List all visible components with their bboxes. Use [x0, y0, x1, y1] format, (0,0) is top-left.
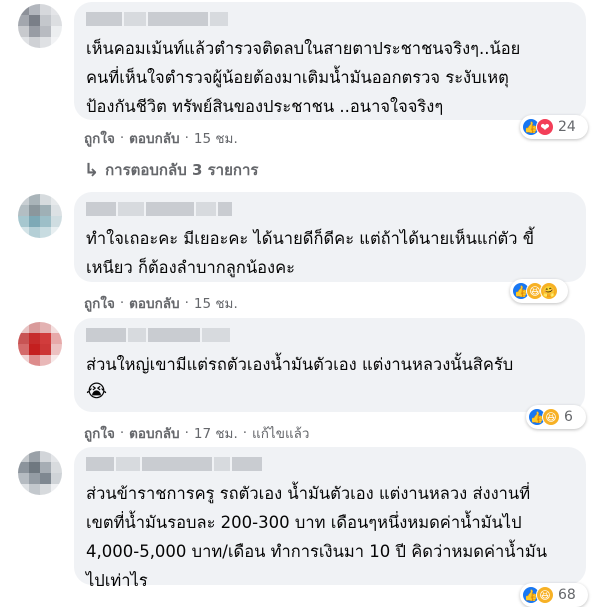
like-button[interactable]: ถูกใจ [84, 127, 115, 149]
haha-icon: 😆 [536, 586, 554, 604]
love-icon: ❤ [536, 118, 554, 136]
separator-dot: · [242, 425, 248, 441]
comment-text: ส่วนใหญ่เขามีแต่รถตัวเองน้ำมันตัวเอง แต่… [86, 355, 514, 374]
care-icon: 🤗 [540, 282, 558, 300]
haha-icon: 😆 [542, 408, 560, 426]
reply-arrow-icon: ↳ [84, 159, 100, 181]
reaction-count: 6 [564, 409, 573, 425]
separator-dot: · [184, 295, 189, 311]
comment-bubble: ทำใจเถอะคะ มีเยอะคะ ได้นายดีก็ดีคะ แต่ถ้… [74, 192, 586, 282]
like-button[interactable]: ถูกใจ [84, 422, 115, 444]
separator-dot: · [184, 425, 189, 441]
avatar[interactable] [18, 451, 62, 495]
comment-actions: ถูกใจ · ตอบกลับ · 17 ชม. · แก้ไขแล้ว [84, 422, 310, 444]
comment-bubble: ส่วนใหญ่เขามีแต่รถตัวเองน้ำมันตัวเอง แต่… [74, 318, 585, 412]
comment-bubble: ส่วนข้าราชการครู รถตัวเอง น้ำมันตัวเอง แ… [74, 447, 586, 590]
comment-text: เห็นคอมเม้นท์แล้วตำรวจติดลบในสายตาประชาช… [86, 39, 521, 116]
reaction-count: 68 [558, 587, 576, 603]
comment-author[interactable] [86, 457, 574, 471]
separator-dot: · [119, 295, 125, 311]
avatar[interactable] [18, 322, 62, 366]
comment-author[interactable] [86, 12, 574, 26]
reaction-summary[interactable]: 👍 😆 6 [526, 405, 586, 429]
comment-author[interactable] [86, 202, 574, 216]
reaction-summary[interactable]: 👍 ❤ 24 [520, 115, 588, 139]
like-button[interactable]: ถูกใจ [84, 292, 115, 314]
view-replies-button[interactable]: ↳ การตอบกลับ 3 รายการ [84, 158, 258, 182]
reaction-summary[interactable]: 👍 😆 🤗 [510, 279, 568, 303]
reaction-count: 24 [558, 119, 576, 135]
reply-button[interactable]: ตอบกลับ [129, 292, 179, 314]
avatar[interactable] [18, 194, 62, 238]
separator-dot: · [119, 425, 125, 441]
comment-actions: ถูกใจ · ตอบกลับ · 15 ชม. [84, 292, 238, 314]
separator-dot: · [119, 130, 125, 146]
separator-dot: · [184, 130, 189, 146]
timestamp[interactable]: 15 ชม. [194, 127, 238, 149]
reply-button[interactable]: ตอบกลับ [129, 127, 179, 149]
comment-actions: ถูกใจ · ตอบกลับ · 15 ชม. [84, 127, 238, 149]
comment-bubble: เห็นคอมเม้นท์แล้วตำรวจติดลบในสายตาประชาช… [74, 2, 586, 120]
crying-emoji: 😭 [86, 381, 108, 402]
comment-text: ส่วนข้าราชการครู รถตัวเอง น้ำมันตัวเอง แ… [86, 484, 547, 590]
replies-label: การตอบกลับ 3 รายการ [105, 161, 259, 179]
edited-label[interactable]: แก้ไขแล้ว [252, 422, 309, 444]
comment-text: ทำใจเถอะคะ มีเยอะคะ ได้นายดีก็ดีคะ แต่ถ้… [86, 229, 535, 277]
reaction-summary[interactable]: 👍 😆 68 [520, 583, 588, 607]
comment-author[interactable] [86, 328, 573, 342]
reply-button[interactable]: ตอบกลับ [129, 422, 179, 444]
avatar[interactable] [18, 4, 62, 48]
timestamp[interactable]: 15 ชม. [194, 292, 238, 314]
timestamp[interactable]: 17 ชม. [194, 422, 238, 444]
